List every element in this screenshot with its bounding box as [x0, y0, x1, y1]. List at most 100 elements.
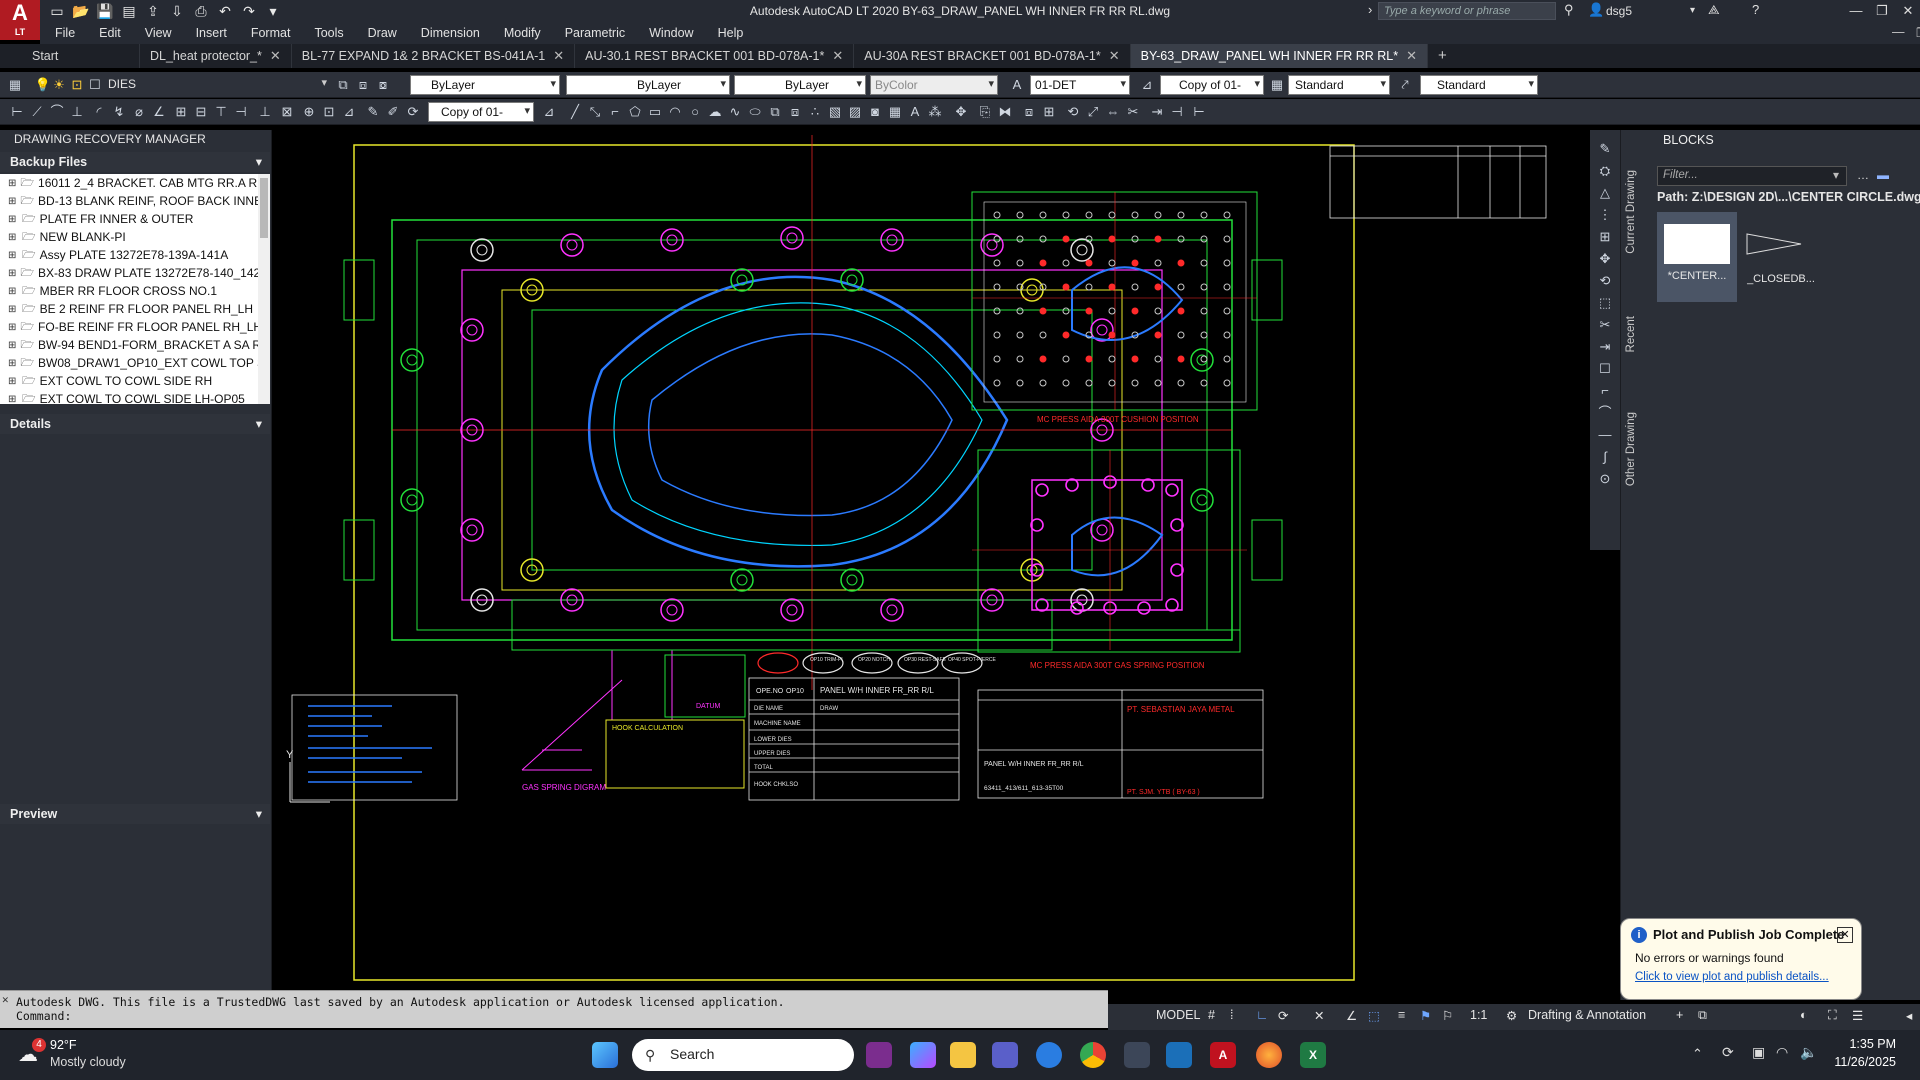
ortho-icon[interactable]: ∟ — [1256, 1008, 1268, 1022]
menu-edit[interactable]: Edit — [99, 26, 121, 40]
wifi-icon[interactable]: ◠ — [1776, 1044, 1788, 1061]
break-icon[interactable]: ⊥ — [256, 103, 274, 121]
layer-unlock-icon[interactable]: ⊡ — [68, 76, 86, 94]
line-icon[interactable]: — — [1590, 424, 1620, 446]
menu-window[interactable]: Window — [649, 26, 693, 40]
backup-file-item[interactable]: ⊞ 🗁 BW08_DRAW1_OP10_EXT COWL TOP SI — [0, 354, 258, 372]
clock-date[interactable]: 11/26/2025 — [1822, 1055, 1896, 1069]
region-icon[interactable]: ◙ — [866, 103, 884, 121]
ellipse-icon[interactable]: ⬭ — [746, 103, 764, 121]
model-space-button[interactable]: MODEL — [1156, 1008, 1200, 1022]
linear-dim-icon[interactable]: ⊢ — [8, 103, 26, 121]
block-item-closedblank[interactable]: _CLOSEDB... — [1741, 212, 1821, 302]
open-icon[interactable]: 📂 — [72, 2, 90, 20]
qat-dropdown-icon[interactable]: ▾ — [264, 2, 282, 20]
tray-overflow-icon[interactable]: ⌃ — [1692, 1046, 1703, 1062]
expand-icon[interactable]: ⊞ — [8, 196, 16, 207]
tab-document[interactable]: AU-30A REST BRACKET 001 BD-078A-1* ✕ — [854, 44, 1131, 68]
command-line[interactable]: ✕ Autodesk DWG. This file is a TrustedDW… — [0, 990, 1108, 1028]
quick-dim-icon[interactable]: ⊞ — [172, 103, 190, 121]
chrome-icon[interactable] — [1080, 1042, 1106, 1068]
volume-icon[interactable]: 🔈 — [1800, 1044, 1817, 1061]
plotstyle-dropdown[interactable]: ByColor — [870, 75, 998, 95]
annotation-scale[interactable]: 1:1 — [1470, 1008, 1487, 1022]
menu-parametric[interactable]: Parametric — [565, 26, 625, 40]
baseline-icon[interactable]: ⊟ — [192, 103, 210, 121]
move-icon[interactable]: ✥ — [1590, 248, 1620, 270]
extend-icon[interactable]: ⇥ — [1590, 336, 1620, 358]
blocks-filter-input[interactable]: Filter... — [1657, 166, 1847, 186]
menu-file[interactable]: File — [55, 26, 75, 40]
snap-icon[interactable]: ⁞ — [1230, 1008, 1233, 1022]
weather-temp[interactable]: 92°F — [50, 1038, 77, 1052]
tab-close-icon[interactable]: ✕ — [1109, 48, 1120, 64]
autocad-app-button[interactable]: A LT — [0, 0, 40, 40]
tab-close-icon[interactable]: ✕ — [270, 48, 281, 64]
center-mark-icon[interactable]: ⊕ — [300, 103, 318, 121]
file-explorer-icon[interactable] — [950, 1042, 976, 1068]
open-web-icon[interactable]: ⇪ — [144, 2, 162, 20]
menu-draw[interactable]: Draw — [368, 26, 397, 40]
aligned-dim-icon[interactable]: ⟋ — [28, 103, 46, 121]
save-icon[interactable]: 💾 — [96, 2, 114, 20]
curve-icon[interactable]: ∫ — [1590, 446, 1620, 468]
arc-length-icon[interactable]: ⌒ — [48, 103, 66, 121]
dim-update-icon[interactable]: ⟳ — [404, 103, 422, 121]
expand-icon[interactable]: ⊞ — [8, 286, 18, 297]
add-selected-icon[interactable]: ⁂ — [926, 103, 944, 121]
table-style-dropdown[interactable]: Standard — [1288, 75, 1390, 95]
customization-icon[interactable]: ☰ — [1852, 1008, 1863, 1023]
angular-icon[interactable]: ∠ — [150, 103, 168, 121]
copy-icon[interactable]: ⎘ — [976, 103, 994, 121]
minimize-icon[interactable]: — — [1844, 0, 1868, 22]
tray-display-icon[interactable]: ▣ — [1752, 1044, 1765, 1061]
ordinate-icon[interactable]: ⊥ — [68, 103, 86, 121]
menu-help[interactable]: Help — [718, 26, 744, 40]
transparency-icon[interactable]: ≡ — [1398, 1008, 1405, 1022]
color-dropdown[interactable]: ByLayer — [410, 75, 560, 95]
expand-icon[interactable]: ⊞ — [8, 214, 18, 225]
menu-tools[interactable]: Tools — [314, 26, 343, 40]
workspace-gear-icon[interactable]: ⚙ — [1506, 1008, 1517, 1023]
dim-style-icon[interactable]: ⊿ — [1138, 76, 1156, 94]
spline-icon[interactable]: ∿ — [726, 103, 744, 121]
doc-restore-icon[interactable]: ❐ — [1916, 25, 1920, 40]
backup-file-item[interactable]: ⊞ 🗁 PLATE FR INNER & OUTER — [0, 210, 258, 228]
command-close-icon[interactable]: ✕ — [2, 993, 9, 1006]
make-block-icon[interactable]: ⧈ — [786, 103, 804, 121]
inspect-icon[interactable]: ⊡ — [320, 103, 338, 121]
save-as-icon[interactable]: ▤ — [120, 2, 138, 20]
stretch-icon[interactable]: ⇔ — [1104, 103, 1122, 121]
space-icon[interactable]: ⊣ — [232, 103, 250, 121]
search-arrow-icon[interactable]: › — [1368, 2, 1372, 17]
expand-icon[interactable]: ⊞ — [8, 340, 16, 351]
insert-block-icon[interactable]: ⧉ — [766, 103, 784, 121]
auto-scale-icon[interactable]: ⚐ — [1442, 1008, 1453, 1023]
drawing-canvas[interactable]: MC PRESS AIDA 300T CUSHION POSITION MC P… — [272, 130, 1590, 1000]
copilot-icon[interactable] — [910, 1042, 936, 1068]
details-header[interactable]: Details — [0, 414, 270, 434]
mirror-icon[interactable]: ⧓ — [996, 103, 1014, 121]
notification-close-button[interactable]: ✕ — [1837, 927, 1853, 943]
calculator-icon[interactable] — [1124, 1042, 1150, 1068]
line-icon[interactable]: ╱ — [566, 103, 584, 121]
extend-icon[interactable]: ⇥ — [1148, 103, 1166, 121]
table-style-icon[interactable]: ▦ — [1268, 76, 1286, 94]
match-props-icon[interactable]: ⛭ — [1590, 160, 1620, 182]
layer-previous-icon[interactable]: ⧈ — [354, 76, 372, 94]
construction-line-icon[interactable]: ⤡ — [586, 103, 604, 121]
scale-icon[interactable]: ⬚ — [1590, 292, 1620, 314]
scroll-thumb[interactable] — [260, 178, 268, 238]
undo-icon[interactable]: ↶ — [216, 2, 234, 20]
text-style-icon[interactable]: A — [1008, 76, 1026, 94]
fillet-icon[interactable]: ⌒ — [1590, 402, 1620, 424]
tab-document[interactable]: BL-77 EXPAND 1& 2 BRACKET BS-041A-1 ✕ — [292, 44, 576, 68]
layer-properties-icon[interactable]: ▦ — [6, 76, 24, 94]
teams-icon[interactable] — [992, 1042, 1018, 1068]
expand-icon[interactable]: ⊞ — [8, 268, 16, 279]
tab-other-drawing[interactable]: Other Drawing — [1625, 412, 1637, 486]
units-icon[interactable]: ⧉ — [1698, 1008, 1707, 1023]
backup-file-item[interactable]: ⊞ 🗁 EXT COWL TO COWL SIDE RH — [0, 372, 258, 390]
polygon-icon[interactable]: ⬠ — [626, 103, 644, 121]
chamfer-icon[interactable]: ⌐ — [1590, 380, 1620, 402]
